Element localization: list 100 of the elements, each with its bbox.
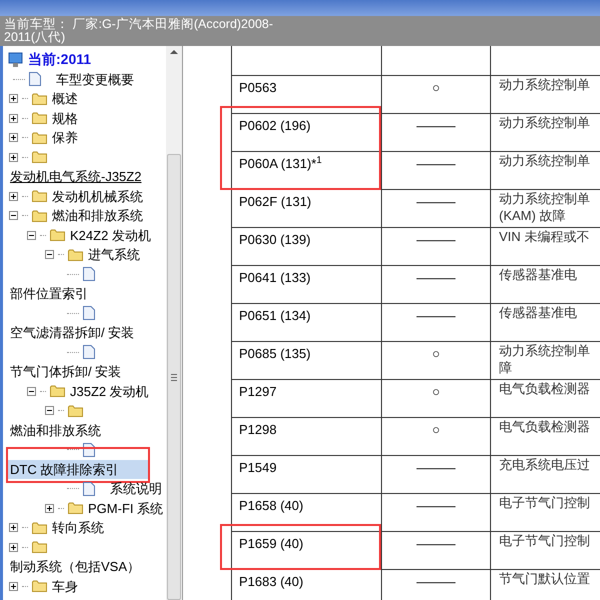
vehicle-model-text: 2011(八代): [4, 31, 66, 44]
table-cell: 动力系统控制单: [499, 342, 590, 359]
table-cell: P1298: [239, 422, 277, 437]
folder-icon: [68, 502, 83, 514]
table-cell: P0685 (135): [239, 346, 311, 361]
table-cell: P0602 (196): [239, 118, 311, 133]
table-cell: P1683 (40): [239, 574, 304, 589]
vehicle-model-text: 当前车型： 厂家:G-广汽本田雅阁(Accord)2008-: [4, 18, 274, 31]
table-cell: 动力系统控制单: [499, 190, 590, 207]
expand-toggle[interactable]: [9, 582, 18, 591]
folder-icon: [32, 112, 47, 124]
expand-toggle[interactable]: [9, 192, 18, 201]
table-cell: (KAM) 故障: [499, 207, 566, 224]
table-cell: ———: [416, 194, 456, 209]
tree-item[interactable]: 节气门体拆卸/ 安装: [8, 362, 124, 382]
table-cell: ———: [416, 270, 456, 285]
tree-item[interactable]: 概述: [51, 89, 79, 108]
open-folder-icon: [68, 404, 83, 417]
scrollbar-thumb[interactable]: [167, 154, 181, 600]
table-cell: 传感器基准电: [499, 266, 577, 283]
tree-root[interactable]: 当前:2011: [28, 49, 92, 70]
table-cell: ———: [416, 460, 456, 475]
expand-toggle[interactable]: [9, 523, 18, 532]
table-cell: 节气门默认位置: [499, 570, 590, 587]
tree-item[interactable]: J35Z2 发动机: [69, 382, 150, 401]
tree-item[interactable]: 规格: [51, 108, 79, 128]
tree-item[interactable]: 空气滤清器拆卸/ 安装: [8, 323, 136, 342]
tree-item[interactable]: 部件位置索引: [8, 284, 90, 304]
folder-icon: [32, 522, 47, 534]
document-icon: [83, 306, 95, 320]
expand-toggle[interactable]: [9, 133, 18, 142]
table-cell: P060A (131)*$^{1}$: [239, 156, 322, 171]
collapse-toggle[interactable]: [9, 211, 18, 220]
tree-item[interactable]: 燃油和排放系统: [51, 206, 144, 226]
collapse-toggle[interactable]: [27, 386, 36, 396]
folder-icon: [32, 541, 47, 554]
table-cell: P0563: [239, 80, 277, 95]
computer-icon: [8, 52, 24, 68]
table-cell: 障: [499, 359, 512, 376]
table-cell: P1549: [239, 460, 277, 475]
table-cell: 电气负载检测器: [499, 380, 590, 397]
table-cell: 电子节气门控制: [499, 494, 590, 511]
expand-toggle[interactable]: [9, 114, 18, 123]
document-icon: [29, 72, 41, 86]
expand-toggle[interactable]: [9, 94, 18, 104]
tree-item[interactable]: 燃油和排放系统: [8, 420, 103, 440]
collapse-toggle[interactable]: [27, 230, 36, 240]
table-cell: ———: [416, 156, 456, 171]
tree-item[interactable]: DTC 故障排除索引: [8, 460, 148, 479]
table-cell: P1658 (40): [239, 498, 304, 513]
table-cell: P062F (131): [239, 194, 312, 209]
table-cell: VIN 未编程或不: [499, 228, 590, 245]
folder-icon: [32, 132, 47, 144]
folder-icon: [32, 580, 47, 592]
tree-item[interactable]: 车型变更概要: [55, 70, 135, 89]
table-cell: P0630 (139): [239, 232, 311, 247]
table-cell: ○: [432, 384, 440, 399]
open-folder-icon: [50, 385, 65, 398]
expand-toggle[interactable]: [9, 152, 18, 162]
table-cell: ○: [432, 422, 440, 437]
table-cell: 动力系统控制单: [499, 114, 590, 131]
table-cell: P1659 (40): [239, 536, 304, 551]
open-folder-icon: [68, 248, 83, 261]
tree-item[interactable]: 发动机电气系统-J35Z2: [8, 167, 144, 186]
open-folder-icon: [32, 210, 47, 222]
table-cell: ○: [432, 346, 440, 361]
tree-item[interactable]: 进气系统: [87, 245, 141, 264]
folder-icon: [32, 151, 47, 164]
table-cell: 电子节气门控制: [499, 532, 590, 549]
tree-item[interactable]: 制动系统（包括VSA）: [8, 557, 142, 576]
table-cell: P1297: [239, 384, 277, 399]
folder-icon: [32, 92, 47, 105]
document-icon: [83, 345, 95, 360]
table-cell: ———: [416, 574, 456, 589]
expand-toggle[interactable]: [9, 542, 18, 552]
tree-item[interactable]: PGM-FI 系统: [87, 498, 164, 518]
tree-item[interactable]: 转向系统: [51, 518, 105, 538]
collapse-toggle[interactable]: [45, 406, 54, 416]
tree-item[interactable]: K24Z2 发动机: [69, 226, 152, 245]
table-cell: 动力系统控制单: [499, 76, 590, 93]
table-cell: ———: [416, 536, 456, 551]
document-icon: [83, 482, 95, 496]
open-folder-icon: [50, 229, 65, 242]
table-cell: 充电系统电压过: [499, 456, 590, 473]
expand-toggle[interactable]: [45, 504, 54, 513]
table-cell: P0651 (134): [239, 308, 311, 323]
tree-item[interactable]: 车身: [51, 576, 79, 596]
scroll-up-icon[interactable]: [170, 50, 178, 54]
document-icon: [83, 267, 95, 282]
tree-item[interactable]: 系统说明: [109, 479, 163, 498]
table-cell: P0641 (133): [239, 270, 311, 285]
tree-item[interactable]: 发动机机械系统: [51, 186, 144, 206]
table-cell: ———: [416, 118, 456, 133]
table-cell: ———: [416, 498, 456, 513]
folder-icon: [32, 190, 47, 202]
tree-item[interactable]: 保养: [51, 128, 79, 148]
collapse-toggle[interactable]: [45, 250, 54, 260]
table-cell: 传感器基准电: [499, 304, 577, 321]
scrollbar[interactable]: [166, 46, 182, 600]
table-cell: ○: [432, 80, 440, 95]
